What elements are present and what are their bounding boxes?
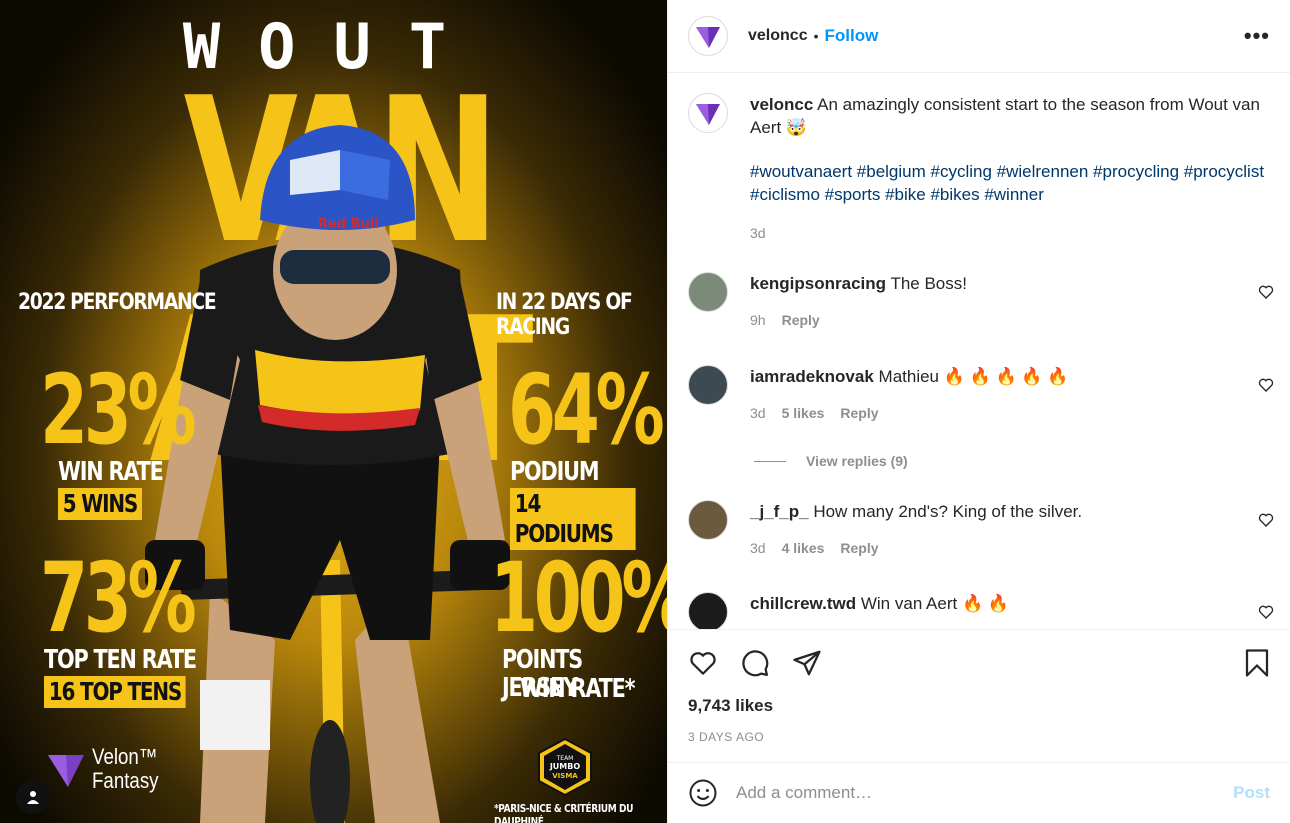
reply-button[interactable]: Reply xyxy=(840,402,878,425)
brand-line-1: Velon™ xyxy=(92,744,158,769)
emoji-icon[interactable] xyxy=(688,778,718,808)
right-subtitle: IN 22 DAYS OF RACING xyxy=(496,290,633,340)
team-badge-line-1: TEAM xyxy=(556,755,574,762)
stat-points-jersey-label-2: WIN RATE* xyxy=(520,674,636,704)
comment-username[interactable]: chillcrew.twd xyxy=(750,594,856,613)
post-comment-button[interactable]: Post xyxy=(1233,783,1270,803)
commenter-avatar[interactable] xyxy=(688,365,728,405)
comment-likes[interactable]: 5 likes xyxy=(782,402,825,425)
stat-top-ten-pill: 16 TOP TENS xyxy=(44,676,186,708)
velon-fantasy-logo: Velon™ Fantasy xyxy=(46,745,170,793)
likes-count[interactable]: 9,743 likes xyxy=(668,696,1290,724)
post-side-panel: veloncc • Follow ••• veloncc An amazingl… xyxy=(667,0,1290,823)
comment-username[interactable]: _j_f_p_ xyxy=(750,502,809,521)
comment-time: 9h xyxy=(750,312,766,328)
like-comment-heart-icon[interactable] xyxy=(1258,604,1274,620)
caption-username[interactable]: veloncc xyxy=(750,95,813,114)
stat-top-ten-label: TOP TEN RATE xyxy=(44,645,197,675)
like-comment-heart-icon[interactable] xyxy=(1258,377,1274,393)
stat-points-jersey-value: 100% xyxy=(490,542,667,654)
comment-item: kengipsonracing The Boss! 9h Reply xyxy=(688,272,1274,332)
like-comment-heart-icon[interactable] xyxy=(1258,284,1274,300)
comment-item: chillcrew.twd Win van Aert 🔥 🔥 xyxy=(688,592,1274,629)
follow-button[interactable]: Follow xyxy=(825,26,879,46)
commenter-avatar[interactable] xyxy=(688,500,728,540)
view-replies-label: View replies (9) xyxy=(806,453,908,469)
caption-time: 3d xyxy=(750,225,766,241)
caption-text: An amazingly consistent start to the sea… xyxy=(750,95,1260,137)
stat-podium-rate-pill: 14 PODIUMS xyxy=(510,488,636,550)
comment-icon[interactable] xyxy=(740,648,770,678)
comment-text: Mathieu 🔥 🔥 🔥 🔥 🔥 xyxy=(878,367,1069,386)
comment-text: The Boss! xyxy=(890,274,967,293)
comments-list[interactable]: veloncc An amazingly consistent start to… xyxy=(668,73,1290,629)
share-icon[interactable] xyxy=(792,648,822,678)
author-avatar[interactable] xyxy=(688,16,728,56)
team-badge-line-2: JUMBO xyxy=(549,762,581,771)
header-separator: • xyxy=(813,28,819,44)
left-subtitle: 2022 PERFORMANCE xyxy=(18,290,217,315)
stat-win-rate-label: WIN RATE xyxy=(58,457,164,487)
velon-logo-icon xyxy=(696,27,720,48)
team-badge-line-3: VISMA xyxy=(552,772,578,780)
comment-time: 3d xyxy=(750,405,766,421)
stat-podium-rate-value: 64% xyxy=(508,354,665,466)
comment-text: Win van Aert 🔥 🔥 xyxy=(860,594,1010,613)
more-options-icon[interactable]: ••• xyxy=(1244,23,1270,49)
stat-top-ten-value: 73% xyxy=(40,542,197,654)
commenter-avatar[interactable] xyxy=(688,272,728,312)
caption: veloncc An amazingly consistent start to… xyxy=(688,93,1274,245)
author-username[interactable]: veloncc xyxy=(748,27,808,45)
svg-text:Red Bull: Red Bull xyxy=(318,217,379,232)
rider-illustration: Red Bull xyxy=(145,125,510,823)
comment-item: _j_f_p_ How many 2nd's? King of the silv… xyxy=(688,500,1274,560)
post-image[interactable]: WOUT VAN AERT xyxy=(0,0,667,823)
user-icon xyxy=(27,791,39,804)
stat-win-rate-value: 23% xyxy=(40,354,197,466)
comment-item: iamradeknovak Mathieu 🔥 🔥 🔥 🔥 🔥 3d 5 lik… xyxy=(688,365,1274,425)
brand-line-2: Fantasy xyxy=(92,768,159,793)
poster-footnote: *PARIS-NICE & CRITÉRIUM DU DAUPHINÉ xyxy=(494,802,633,823)
stat-win-rate-pill: 5 WINS xyxy=(58,488,142,520)
post-header: veloncc • Follow ••• xyxy=(668,0,1290,73)
reply-button[interactable]: Reply xyxy=(782,309,820,332)
post-view: WOUT VAN AERT xyxy=(0,0,1290,823)
tagged-users-button[interactable] xyxy=(16,780,50,814)
post-timestamp: 3 DAYS AGO xyxy=(688,730,765,744)
comment-username[interactable]: kengipsonracing xyxy=(750,274,886,293)
add-comment-bar: Post xyxy=(668,762,1290,823)
caption-avatar[interactable] xyxy=(688,93,728,133)
reply-button[interactable]: Reply xyxy=(840,537,878,560)
comment-input[interactable] xyxy=(736,783,1216,803)
like-heart-icon[interactable] xyxy=(688,648,718,678)
team-jumbo-visma-badge: TEAM JUMBO VISMA xyxy=(538,738,592,796)
view-replies-button[interactable]: View replies (9) xyxy=(754,453,908,469)
velon-logo-icon xyxy=(48,755,84,787)
comment-username[interactable]: iamradeknovak xyxy=(750,367,874,386)
post-actions xyxy=(668,629,1290,696)
view-replies-line xyxy=(754,460,786,462)
comment-text: How many 2nd's? King of the silver. xyxy=(813,502,1083,521)
comment-likes[interactable]: 4 likes xyxy=(782,537,825,560)
save-bookmark-icon[interactable] xyxy=(1244,648,1270,678)
comment-time: 3d xyxy=(750,540,766,556)
caption-hashtags[interactable]: #woutvanaert #belgium #cycling #wielrenn… xyxy=(750,160,1274,206)
commenter-avatar[interactable] xyxy=(688,592,728,629)
like-comment-heart-icon[interactable] xyxy=(1258,512,1274,528)
velon-logo-icon xyxy=(696,104,720,125)
